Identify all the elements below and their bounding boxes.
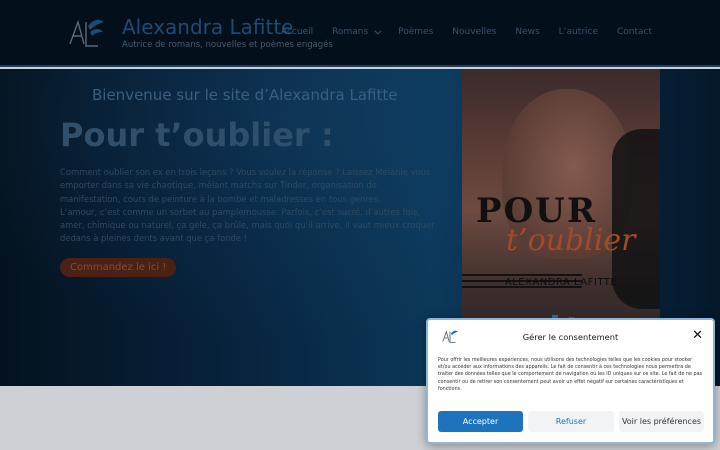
nav-item-label: Poèmes — [398, 27, 434, 37]
accept-button[interactable]: Accepter — [438, 411, 523, 432]
site-tagline: Autrice de romans, nouvelles et poèmes e… — [122, 40, 333, 50]
description-paragraph: Comment oublier son ex en trois leçons ?… — [60, 167, 431, 204]
nav-item-label: Accueil — [280, 27, 314, 37]
cover-author: ALEXANDRA LAFITTE — [504, 277, 618, 288]
order-button[interactable]: Commandez le ici ! — [60, 258, 177, 277]
consent-title: Gérer le consentement — [522, 332, 619, 342]
nav-item-label: Contact — [616, 27, 652, 37]
site-title[interactable]: Alexandra Lafitte — [122, 15, 293, 39]
nav-item-lautrice[interactable]: L’autrice — [559, 27, 598, 37]
nav-item-news[interactable]: News — [515, 27, 539, 37]
book-description: Comment oublier son ex en trois leçons ?… — [60, 166, 438, 246]
cover-title-word2: t’oublier — [506, 223, 636, 258]
nav-item-nouvelles[interactable]: Nouvelles — [452, 27, 496, 37]
nav-item-romans[interactable]: Romans — [332, 27, 382, 37]
description-paragraph: L’amour, c’est comme un sorbet au pample… — [60, 206, 435, 244]
nav-item-label: Nouvelles — [452, 27, 497, 37]
consent-dialog: Gérer le consentement ✕ Pour offrir les … — [426, 318, 715, 444]
nav-item-label: L’autrice — [558, 27, 598, 37]
nav-item-accueil[interactable]: Accueil — [281, 27, 313, 37]
refuse-button[interactable]: Refuser — [528, 411, 614, 432]
nav-item-label: News — [515, 27, 540, 37]
site-header: Alexandra Lafitte Autrice de romans, nou… — [0, 0, 720, 67]
nav-item-poemes[interactable]: Poèmes — [398, 27, 433, 37]
book-title: Pour t’oublier : — [60, 116, 334, 154]
preferences-button[interactable]: Voir les préférences — [619, 411, 704, 432]
chevron-down-icon — [374, 27, 382, 35]
main-nav: Accueil Romans Poèmes Nouvelles News L’a… — [281, 27, 652, 37]
nav-item-contact[interactable]: Contact — [617, 27, 652, 37]
close-icon[interactable]: ✕ — [692, 328, 703, 343]
logo-icon[interactable] — [66, 14, 106, 54]
welcome-heading: Bienvenue sur le site d’Alexandra Lafitt… — [92, 86, 398, 104]
consent-text: Pour offrir les meilleures expériences, … — [438, 357, 703, 392]
nav-item-label: Romans — [332, 27, 369, 37]
